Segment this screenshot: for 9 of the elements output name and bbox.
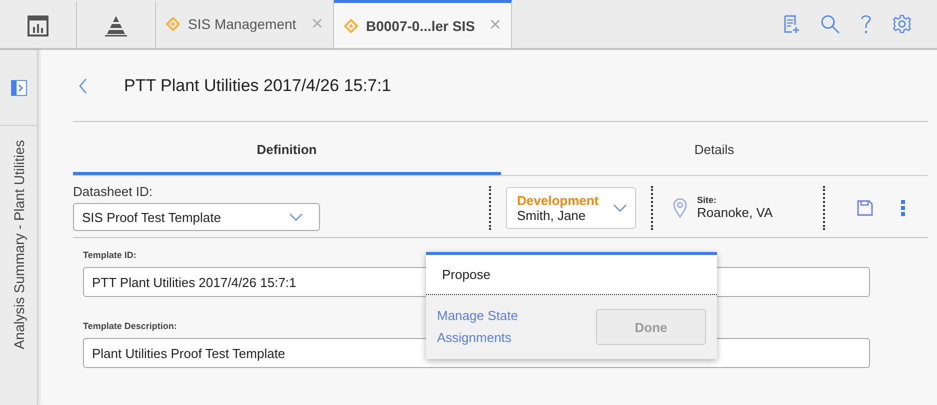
site-label: Site: xyxy=(697,195,718,205)
site-value: Roanoke, VA xyxy=(697,205,773,220)
tab-label: B0007-0...ler SIS xyxy=(366,18,476,34)
tab-label: SIS Management xyxy=(188,16,298,32)
field-label: Template ID: xyxy=(83,250,136,260)
sidebar-title: Analysis Summary - Plant Utilities xyxy=(10,140,26,350)
field-label: Datasheet ID: xyxy=(73,184,154,199)
field-label: Template Description: xyxy=(83,321,177,331)
page-title: PTT Plant Utilities 2017/4/26 15:7:1 xyxy=(124,76,392,96)
